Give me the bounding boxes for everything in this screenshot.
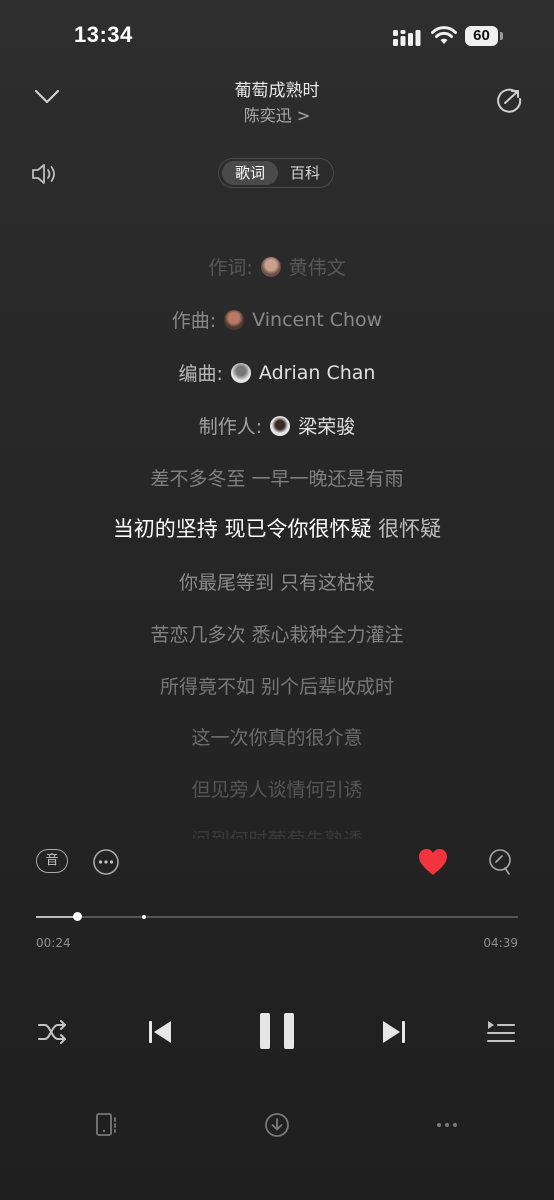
avatar[interactable] [270,415,291,436]
credit-name[interactable]: 黄伟文 [289,253,346,280]
lyrics-wiki-tabs: 歌词 百科 [218,158,334,188]
tab-lyrics[interactable]: 歌词 [222,161,278,185]
artist-link[interactable]: 陈奕迅 > [0,102,554,126]
lyric-line-current[interactable]: 当初的坚持 现已令你很怀疑 很怀疑 [0,513,554,543]
lyric-line[interactable]: 苦恋几多次 悉心栽种全力灌注 [0,620,554,647]
progress-handle[interactable] [73,912,82,921]
credit-role: 编曲: [178,363,223,385]
sound-effect-button[interactable]: 音 [36,849,68,873]
credit-name[interactable]: Adrian Chan [259,362,376,384]
current-time: 00:24 [36,936,71,950]
credit-role: 作曲: [171,310,217,332]
song-title: 葡萄成熟时 [234,81,320,101]
pause-icon[interactable] [257,1011,297,1051]
lyric-unsung-part: 很怀疑 [371,517,442,541]
previous-icon[interactable] [146,1018,174,1046]
credit-producer: 制作人: 梁荣骏 [0,412,554,439]
credit-lyricist: 作词: 黄伟文 [0,253,554,280]
more-icon[interactable] [434,1119,460,1131]
device-cast-icon[interactable] [94,1112,120,1138]
speaker-icon[interactable] [30,162,60,186]
download-icon[interactable] [264,1112,290,1138]
more-options-icon[interactable] [92,848,120,876]
avatar[interactable] [224,309,245,330]
total-time: 04:39 [483,936,518,950]
lyric-line[interactable]: 但见旁人谈情何引诱 [0,775,554,802]
credit-role: 制作人: [198,416,263,438]
avatar[interactable] [260,256,281,277]
progress-marker [142,915,146,919]
wifi-icon [431,26,457,44]
cellular-signal-icon [393,30,421,46]
shuffle-icon[interactable] [37,1019,69,1045]
credit-composer: 作曲: Vincent Chow [0,306,554,333]
playlist-icon[interactable] [486,1018,516,1046]
credit-arranger: 编曲: Adrian Chan [0,359,554,386]
comment-icon[interactable] [487,847,515,877]
battery-level: 60 [473,27,490,44]
lyric-line[interactable]: 所得竟不如 别个后辈收成时 [0,672,554,699]
lyric-line[interactable]: 你最尾等到 只有这枯枝 [0,568,554,595]
lyric-line[interactable]: 这一次你真的很介意 [0,723,554,750]
lyric-line[interactable]: 问到何时葡萄先熟透 [0,825,554,839]
lyric-sung-part: 当初的坚持 现已令你很怀疑 [112,517,372,541]
lyric-line[interactable]: 差不多冬至 一早一晚还是有雨 [0,464,554,491]
credit-name[interactable]: Vincent Chow [252,309,382,331]
credit-role: 作词: [208,257,253,279]
battery-indicator: 60 [465,26,503,46]
heart-icon[interactable] [417,847,449,877]
progress-track[interactable] [36,916,518,918]
tab-wiki[interactable]: 百科 [279,161,331,185]
next-icon[interactable] [380,1018,408,1046]
avatar[interactable] [230,362,251,383]
share-icon[interactable] [495,85,523,113]
credit-name[interactable]: 梁荣骏 [298,412,355,439]
status-time: 13:34 [74,22,133,47]
progress-fill [36,916,77,918]
